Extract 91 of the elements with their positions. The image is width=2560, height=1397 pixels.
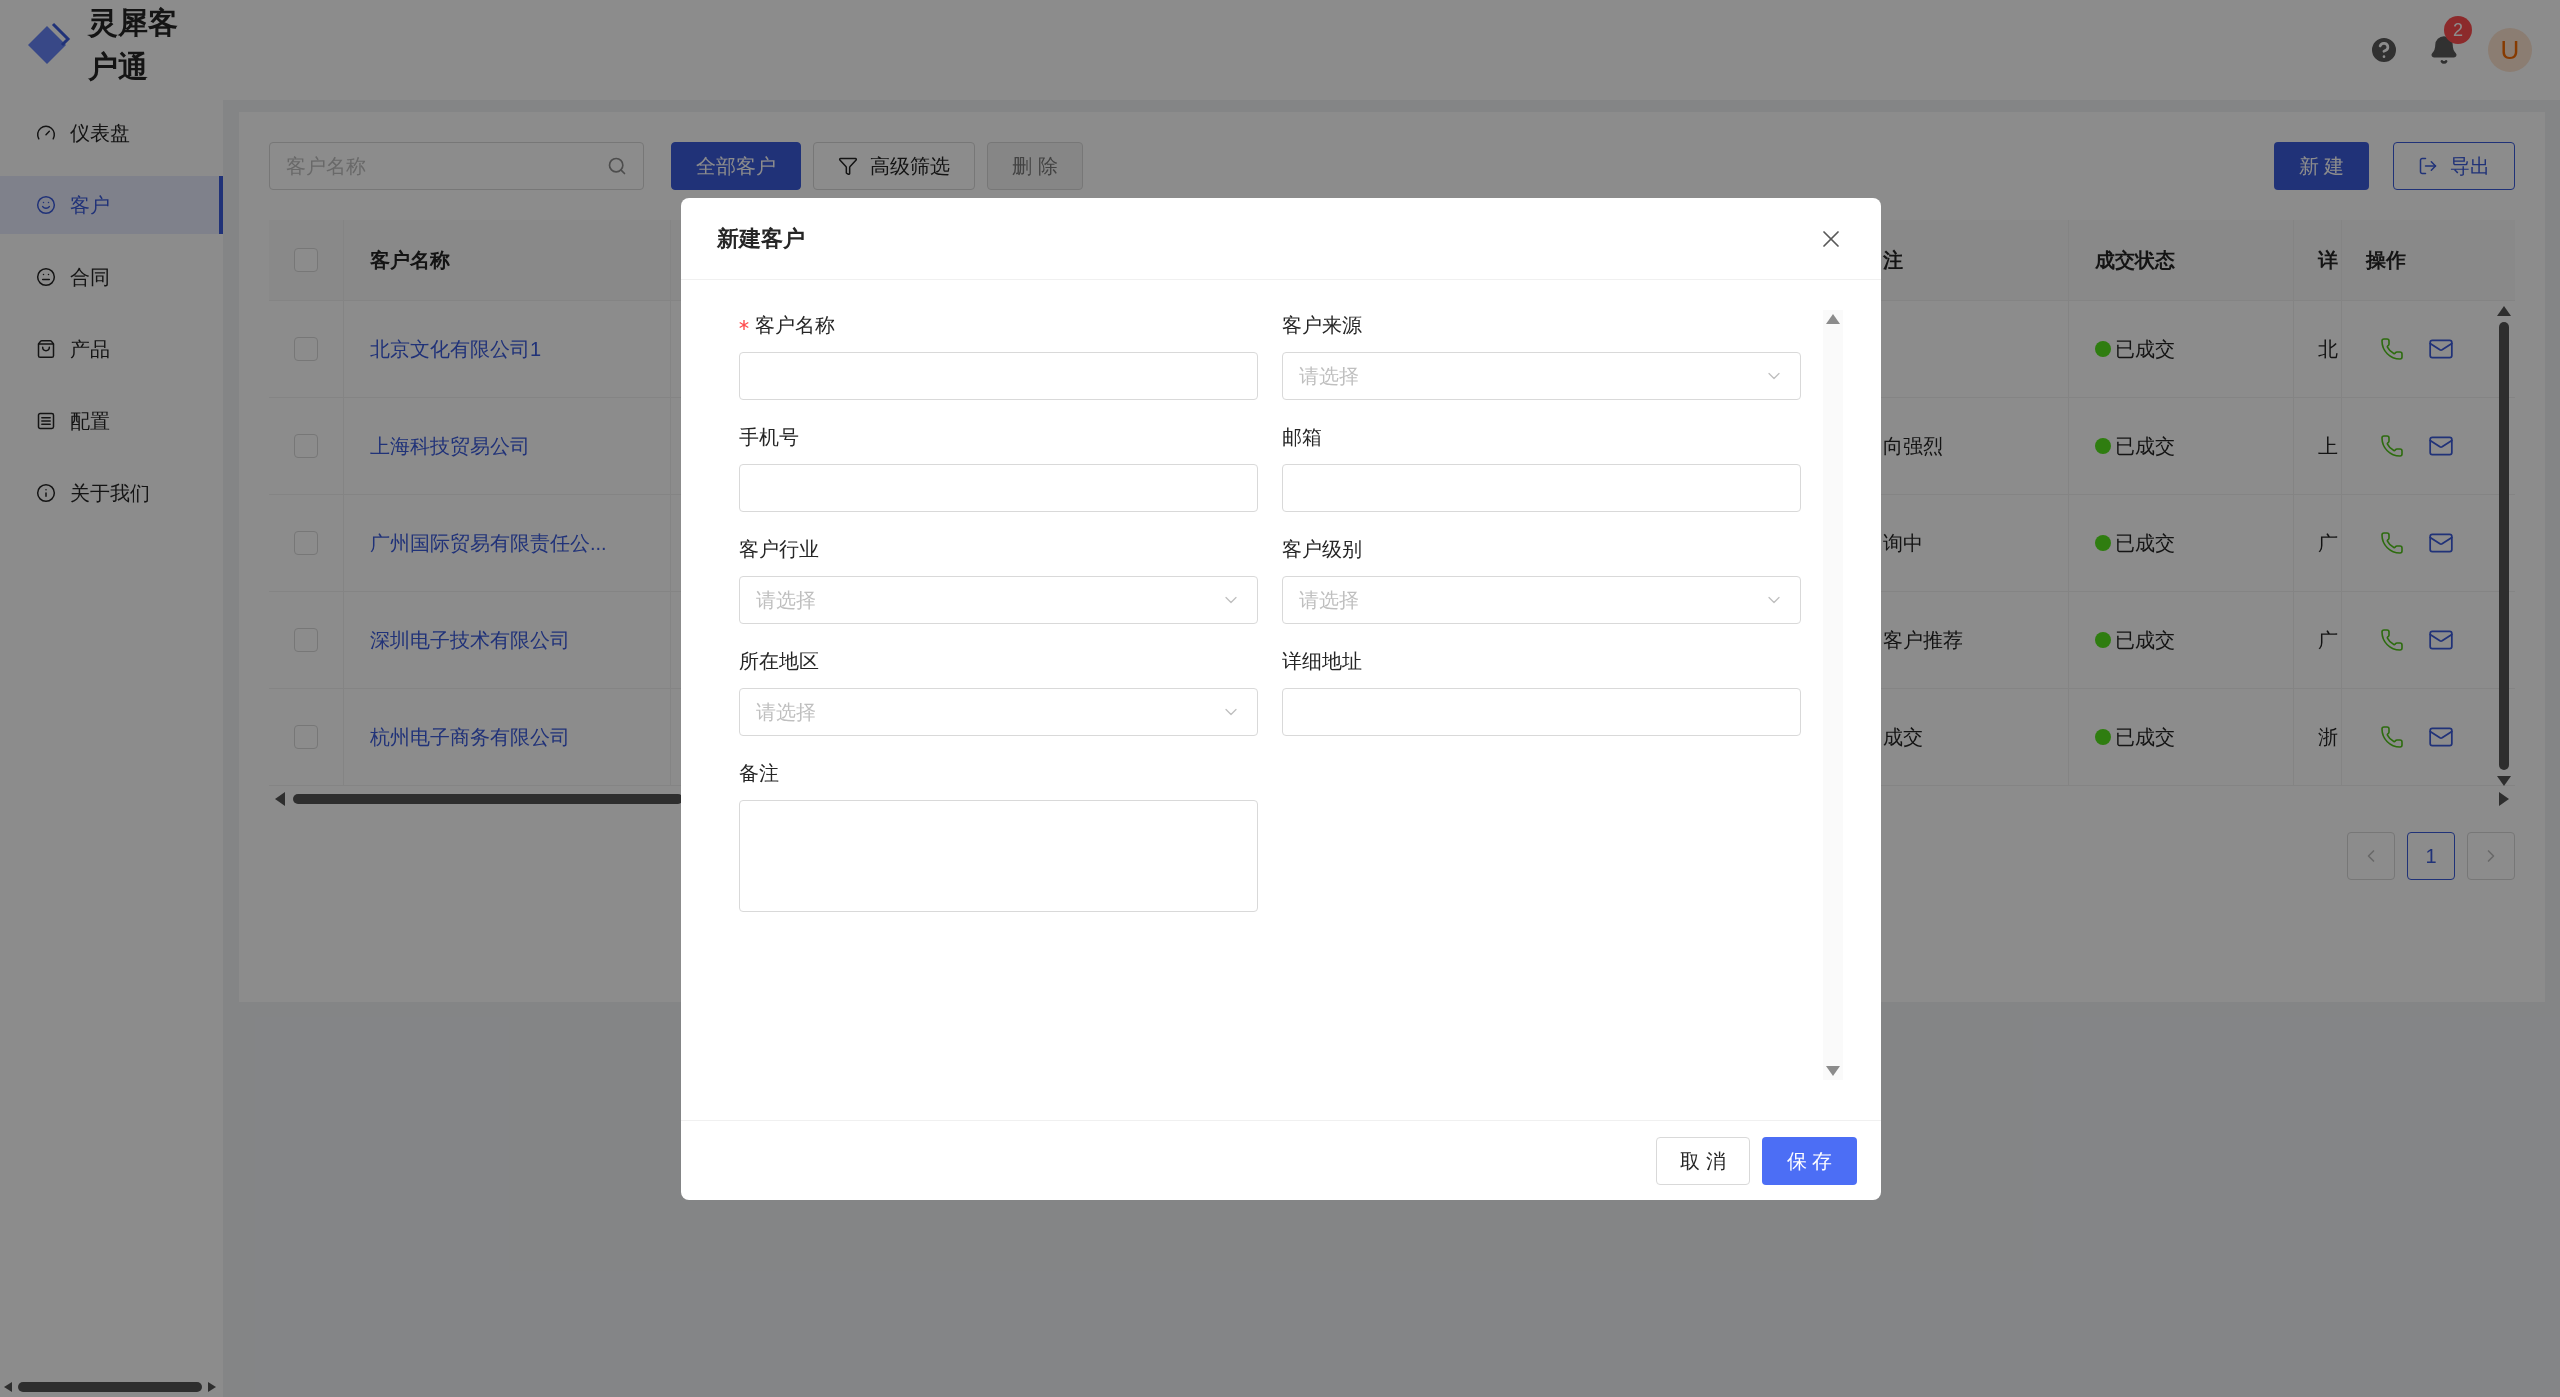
triangle-up-icon[interactable] bbox=[2497, 306, 2511, 316]
field-label: 手机号 bbox=[739, 425, 799, 450]
triangle-left-icon[interactable] bbox=[275, 792, 285, 806]
select-field[interactable]: 请选择 bbox=[739, 688, 1258, 736]
text-field[interactable] bbox=[739, 464, 1258, 512]
triangle-down-icon[interactable] bbox=[2497, 776, 2511, 786]
export-button[interactable]: 导出 bbox=[2393, 142, 2515, 190]
customer-name-link[interactable]: 广州国际贸易有限责任公... bbox=[370, 528, 607, 558]
page-button[interactable]: 1 bbox=[2407, 832, 2455, 880]
dialog-title: 新建客户 bbox=[717, 225, 805, 253]
triangle-left-icon[interactable] bbox=[4, 1382, 12, 1392]
gauge-icon bbox=[36, 123, 56, 143]
status-text: 已成交 bbox=[2115, 531, 2175, 556]
cancel-button[interactable]: 取 消 bbox=[1656, 1136, 1750, 1185]
status-text: 已成交 bbox=[2115, 725, 2175, 750]
field-label: 详细地址 bbox=[1282, 649, 1362, 674]
triangle-up-icon[interactable] bbox=[1826, 314, 1840, 324]
list-icon bbox=[36, 411, 56, 431]
table-cell-text: 广 bbox=[2318, 531, 2338, 556]
table-cell-text: 成交 bbox=[1883, 725, 1923, 750]
text-field[interactable] bbox=[739, 352, 1258, 400]
field-label: 客户级别 bbox=[1282, 537, 1362, 562]
text-field[interactable] bbox=[1282, 464, 1801, 512]
field-label: 备注 bbox=[739, 761, 779, 786]
column-header: 客户名称 bbox=[370, 248, 450, 273]
table-cell-text: 向强烈 bbox=[1883, 434, 1943, 459]
phone-icon[interactable] bbox=[2380, 434, 2404, 458]
column-header: 成交状态 bbox=[2095, 248, 2175, 273]
field-label: 客户来源 bbox=[1282, 313, 1362, 338]
customer-name-link[interactable]: 上海科技贸易公司 bbox=[370, 431, 530, 461]
status-text: 已成交 bbox=[2115, 434, 2175, 459]
phone-icon[interactable] bbox=[2380, 337, 2404, 361]
select-field[interactable]: 请选择 bbox=[1282, 576, 1801, 624]
customer-name-link[interactable]: 深圳电子技术有限公司 bbox=[370, 625, 570, 655]
mail-icon[interactable] bbox=[2428, 530, 2454, 556]
scrollbar-thumb[interactable] bbox=[18, 1382, 202, 1392]
field-label: 客户行业 bbox=[739, 537, 819, 562]
text-field[interactable] bbox=[1282, 688, 1801, 736]
new-button[interactable]: 新 建 bbox=[2274, 142, 2369, 190]
phone-icon[interactable] bbox=[2380, 531, 2404, 555]
table-cell-text: 上 bbox=[2318, 434, 2338, 459]
app-title: 灵犀客户通 bbox=[88, 5, 179, 85]
info-icon bbox=[36, 483, 56, 503]
notification-badge: 2 bbox=[2444, 16, 2472, 44]
triangle-down-icon[interactable] bbox=[1826, 1066, 1840, 1076]
sidebar-item[interactable]: 客户 bbox=[0, 176, 223, 234]
table-cell-text: 广 bbox=[2318, 628, 2338, 653]
filter-button[interactable]: 全部客户 bbox=[671, 142, 801, 190]
field-label: 所在地区 bbox=[739, 649, 819, 674]
neutral-face-icon bbox=[36, 267, 56, 287]
mail-icon[interactable] bbox=[2428, 627, 2454, 653]
scrollbar-thumb[interactable] bbox=[2499, 322, 2509, 770]
save-button[interactable]: 保 存 bbox=[1762, 1136, 1857, 1185]
mail-icon[interactable] bbox=[2428, 724, 2454, 750]
status-text: 已成交 bbox=[2115, 337, 2175, 362]
sidebar-item[interactable]: 配置 bbox=[0, 392, 223, 450]
column-header: 操作 bbox=[2366, 248, 2406, 273]
avatar[interactable]: U bbox=[2488, 28, 2532, 72]
sidebar-item[interactable]: 仪表盘 bbox=[0, 104, 223, 162]
customer-name-link[interactable]: 杭州电子商务有限公司 bbox=[370, 722, 570, 752]
mail-icon[interactable] bbox=[2428, 433, 2454, 459]
select-field[interactable]: 请选择 bbox=[739, 576, 1258, 624]
table-cell-text: 询中 bbox=[1883, 531, 1923, 556]
table-cell-text: 浙 bbox=[2318, 725, 2338, 750]
next-page-button[interactable] bbox=[2467, 832, 2515, 880]
bag-icon bbox=[36, 339, 56, 359]
search-icon bbox=[607, 156, 627, 176]
filter-button[interactable]: 高级筛选 bbox=[813, 142, 975, 190]
sidebar-item[interactable]: 合同 bbox=[0, 248, 223, 306]
phone-icon[interactable] bbox=[2380, 725, 2404, 749]
phone-icon[interactable] bbox=[2380, 628, 2404, 652]
triangle-right-icon[interactable] bbox=[2499, 792, 2509, 806]
scrollbar-thumb[interactable] bbox=[293, 794, 683, 804]
column-header: 注 bbox=[1883, 248, 1903, 273]
select-field[interactable]: 请选择 bbox=[1282, 352, 1801, 400]
table-cell-text: 客户推荐 bbox=[1883, 628, 1963, 653]
funnel-icon bbox=[838, 156, 858, 176]
textarea-field[interactable] bbox=[739, 800, 1258, 912]
field-label: 邮箱 bbox=[1282, 425, 1322, 450]
table-cell-text: 北 bbox=[2318, 337, 2338, 362]
bell-icon[interactable] bbox=[2429, 35, 2459, 65]
sidebar-item[interactable]: 产品 bbox=[0, 320, 223, 378]
sidebar-item[interactable]: 关于我们 bbox=[0, 464, 223, 522]
triangle-right-icon[interactable] bbox=[208, 1382, 216, 1392]
field-label: 客户名称 bbox=[755, 313, 835, 338]
mail-icon[interactable] bbox=[2428, 336, 2454, 362]
smiley-icon bbox=[36, 195, 56, 215]
customer-name-link[interactable]: 北京文化有限公司1 bbox=[370, 334, 542, 364]
previous-page-button[interactable] bbox=[2347, 832, 2395, 880]
column-header: 详 bbox=[2318, 248, 2338, 273]
status-text: 已成交 bbox=[2115, 628, 2175, 653]
